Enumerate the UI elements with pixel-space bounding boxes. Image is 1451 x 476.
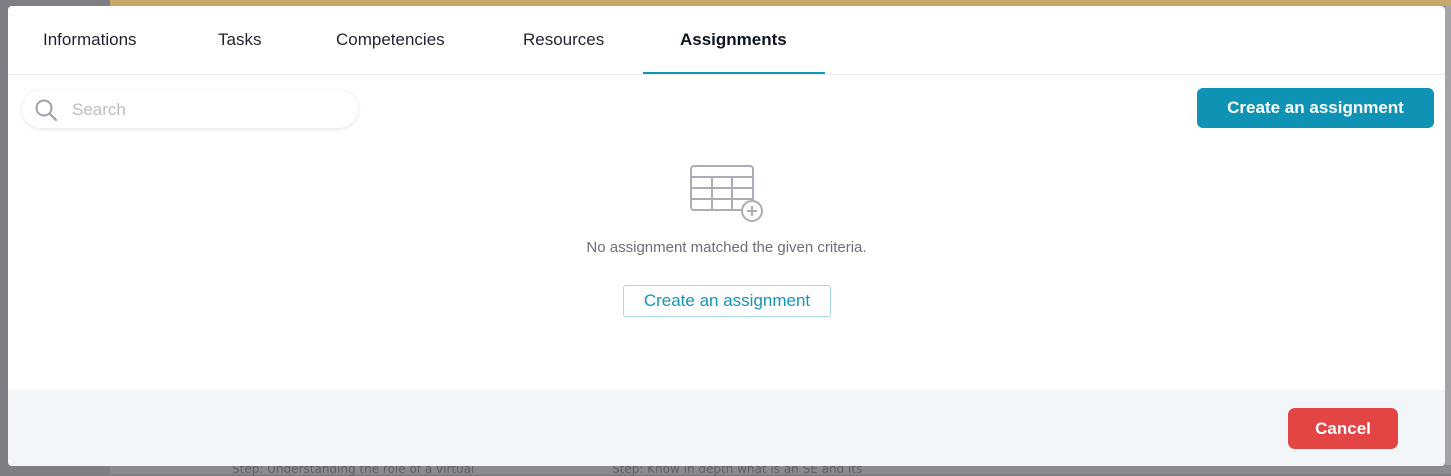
search-icon	[34, 98, 58, 122]
modal-footer: Cancel	[8, 390, 1445, 466]
search-box	[22, 90, 358, 130]
assignments-modal: Informations Tasks Competencies Resource…	[8, 6, 1445, 466]
empty-state-create-button[interactable]: Create an assignment	[623, 285, 831, 317]
tab-resources[interactable]: Resources	[523, 6, 604, 74]
tab-tasks[interactable]: Tasks	[218, 6, 261, 74]
create-assignment-button[interactable]: Create an assignment	[1197, 88, 1434, 128]
empty-state-message: No assignment matched the given criteria…	[586, 239, 867, 256]
tab-assignments[interactable]: Assignments	[680, 6, 787, 74]
tab-informations[interactable]: Informations	[43, 6, 137, 74]
tab-bar: Informations Tasks Competencies Resource…	[8, 6, 1445, 75]
cancel-button[interactable]: Cancel	[1288, 408, 1398, 449]
search-input[interactable]	[70, 90, 344, 130]
tab-competencies[interactable]: Competencies	[336, 6, 445, 74]
backdrop-right-strip	[1445, 6, 1451, 466]
table-add-icon	[688, 163, 768, 227]
active-tab-indicator	[643, 72, 825, 74]
